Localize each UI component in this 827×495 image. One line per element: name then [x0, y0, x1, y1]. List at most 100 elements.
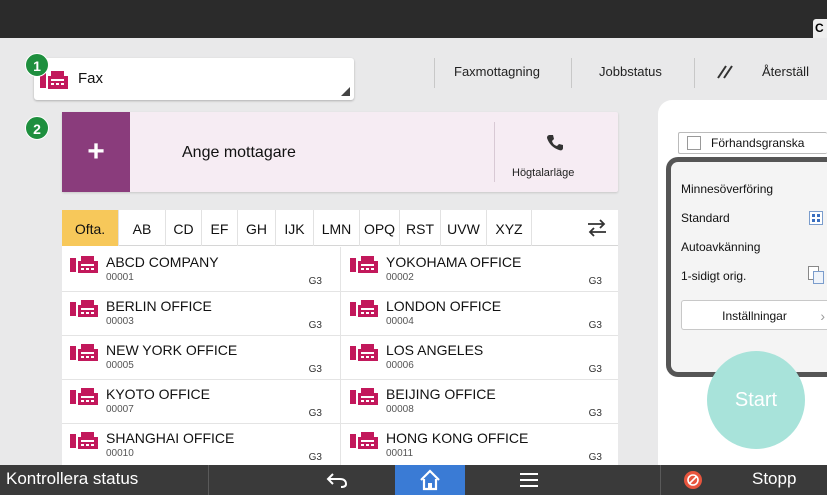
- enter-recipient-bar[interactable]: + Ange mottagare Högtalarläge: [62, 112, 618, 192]
- home-button[interactable]: [395, 465, 465, 495]
- tab-lmn[interactable]: LMN: [314, 210, 360, 246]
- dropdown-corner-icon: [341, 87, 350, 96]
- preview-checkbox[interactable]: [687, 136, 701, 150]
- speaker-mode-label[interactable]: Högtalarläge: [512, 167, 574, 179]
- fax-icon: [70, 432, 98, 449]
- phone-icon[interactable]: [546, 134, 564, 152]
- resolution-label: Standard: [681, 211, 730, 225]
- entry-type: G3: [308, 276, 322, 287]
- settings-button[interactable]: Inställningar ›: [681, 300, 827, 330]
- enter-recipient-label: Ange mottagare: [182, 144, 296, 161]
- swap-order-icon[interactable]: [586, 219, 608, 237]
- one-sided-original-icon: [808, 266, 824, 284]
- entry-code: 00005: [106, 360, 134, 371]
- entry-type: G3: [588, 276, 602, 287]
- tab-ef[interactable]: EF: [202, 210, 238, 246]
- divider: [694, 58, 695, 88]
- fax-icon: [70, 300, 98, 317]
- divider: [571, 58, 572, 88]
- tab-xyz[interactable]: XYZ: [487, 210, 532, 246]
- settings-button-label: Inställningar: [722, 309, 787, 323]
- fax-icon: [70, 388, 98, 405]
- address-entry[interactable]: KYOTO OFFICE 00007 G3: [62, 381, 332, 425]
- tab-rst[interactable]: RST: [400, 210, 441, 246]
- address-entry[interactable]: SHANGHAI OFFICE 00010 G3: [62, 425, 332, 465]
- entry-type: G3: [308, 452, 322, 463]
- fax-icon: [350, 256, 378, 273]
- start-button[interactable]: Start: [707, 351, 805, 449]
- entry-name: BEIJING OFFICE: [386, 386, 496, 402]
- fax-icon: [350, 344, 378, 361]
- job-status-link[interactable]: Jobbstatus: [599, 64, 662, 84]
- entry-type: G3: [308, 364, 322, 375]
- tab-cd[interactable]: CD: [166, 210, 202, 246]
- entry-code: 00001: [106, 272, 134, 283]
- divider: [208, 465, 209, 495]
- entry-code: 00008: [386, 404, 414, 415]
- entry-type: G3: [308, 320, 322, 331]
- address-entry[interactable]: BERLIN OFFICE 00003 G3: [62, 293, 332, 337]
- tab-gh[interactable]: GH: [238, 210, 276, 246]
- home-icon: [420, 469, 440, 491]
- fax-icon: [350, 388, 378, 405]
- divider: [660, 465, 661, 495]
- entry-name: ABCD COMPANY: [106, 254, 219, 270]
- fax-receive-link[interactable]: Faxmottagning: [454, 64, 540, 84]
- address-entry[interactable]: NEW YORK OFFICE 00005 G3: [62, 337, 332, 381]
- entry-type: G3: [588, 408, 602, 419]
- stop-icon[interactable]: [683, 470, 703, 490]
- reset-link[interactable]: Återställ: [762, 64, 809, 84]
- entry-type: G3: [588, 320, 602, 331]
- tab-opq[interactable]: OPQ: [360, 210, 400, 246]
- one-sided-label: 1-sidigt orig.: [681, 269, 747, 283]
- back-icon[interactable]: [326, 472, 348, 488]
- entry-name: LONDON OFFICE: [386, 298, 502, 314]
- callout-badge-1: 1: [25, 53, 49, 77]
- address-entry[interactable]: LONDON OFFICE 00004 G3: [342, 293, 612, 337]
- app-selector-label: Fax: [78, 70, 104, 87]
- tab-frequent[interactable]: Ofta.: [62, 210, 119, 246]
- entry-code: 00010: [106, 448, 134, 459]
- entry-code: 00006: [386, 360, 414, 371]
- entry-name: LOS ANGELES: [386, 342, 484, 358]
- check-status-button[interactable]: Kontrollera status: [6, 469, 138, 489]
- divider: [340, 247, 341, 465]
- preview-label: Förhandsgranska: [711, 136, 805, 150]
- address-book: Ofta. AB CD EF GH IJK LMN OPQ RST UVW XY…: [62, 210, 618, 465]
- entry-type: G3: [308, 408, 322, 419]
- entry-code: 00011: [386, 448, 414, 459]
- top-corner-button[interactable]: C: [813, 19, 827, 38]
- entry-type: G3: [588, 452, 602, 463]
- entry-name: KYOTO OFFICE: [106, 386, 210, 402]
- fax-icon: [350, 432, 378, 449]
- current-settings-box: Minnesöverföring Standard Autoavkänning …: [666, 157, 827, 377]
- chevron-right-icon: ›: [820, 308, 825, 324]
- tab-ab[interactable]: AB: [119, 210, 166, 246]
- add-recipient-button[interactable]: +: [62, 112, 130, 192]
- app-selector[interactable]: Fax: [34, 58, 354, 100]
- resolution-icon: [809, 211, 823, 225]
- fax-icon: [70, 344, 98, 361]
- fax-icon: [350, 300, 378, 317]
- address-entry[interactable]: LOS ANGELES 00006 G3: [342, 337, 612, 381]
- entry-name: HONG KONG OFFICE: [386, 430, 529, 446]
- reset-icon[interactable]: [716, 64, 734, 80]
- address-entry[interactable]: BEIJING OFFICE 00008 G3: [342, 381, 612, 425]
- memory-transfer-label: Minnesöverföring: [681, 182, 774, 196]
- tab-uvw[interactable]: UVW: [441, 210, 487, 246]
- entry-name: YOKOHAMA OFFICE: [386, 254, 522, 270]
- entry-code: 00004: [386, 316, 414, 327]
- stop-label[interactable]: Stopp: [752, 469, 796, 489]
- callout-badge-2: 2: [25, 116, 49, 140]
- tab-ijk[interactable]: IJK: [276, 210, 314, 246]
- menu-icon[interactable]: [520, 473, 538, 487]
- address-tabs: Ofta. AB CD EF GH IJK LMN OPQ RST UVW XY…: [62, 210, 618, 246]
- entry-code: 00003: [106, 316, 134, 327]
- entry-name: BERLIN OFFICE: [106, 298, 212, 314]
- entry-name: SHANGHAI OFFICE: [106, 430, 235, 446]
- address-entry[interactable]: ABCD COMPANY 00001 G3: [62, 249, 332, 293]
- preview-checkbox-row[interactable]: Förhandsgranska: [678, 132, 827, 154]
- fax-icon: [70, 256, 98, 273]
- address-entry[interactable]: YOKOHAMA OFFICE 00002 G3: [342, 249, 612, 293]
- address-entry[interactable]: HONG KONG OFFICE 00011 G3: [342, 425, 612, 465]
